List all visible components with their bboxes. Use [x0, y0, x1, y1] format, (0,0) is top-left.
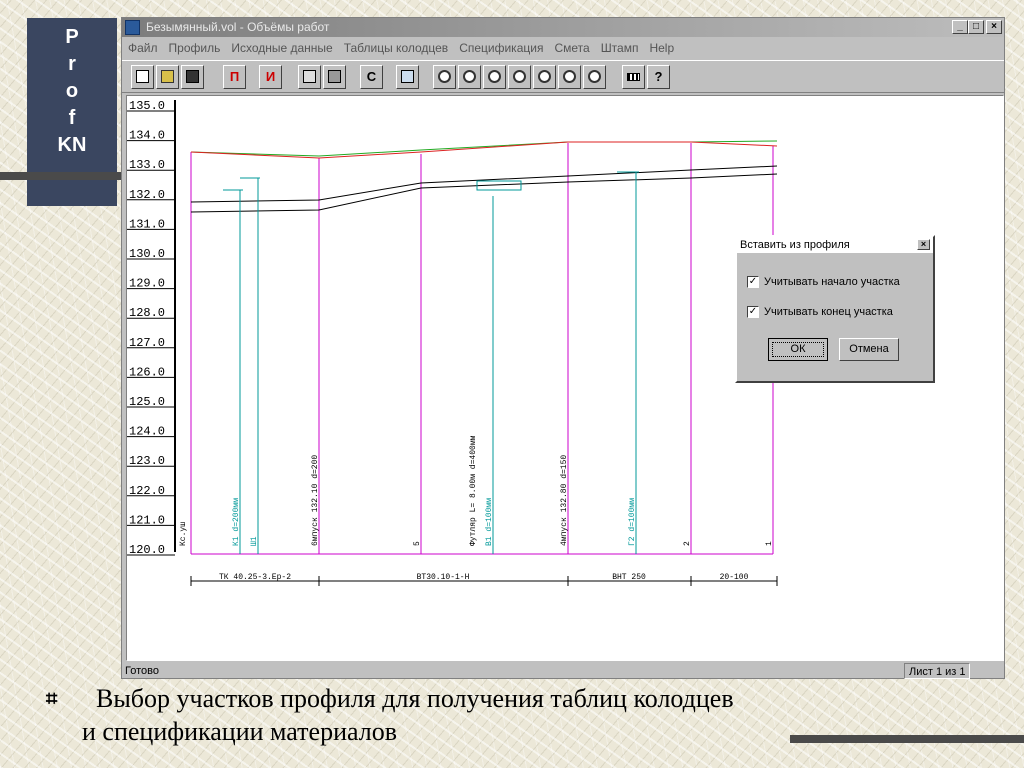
- check-section-start-label: Учитывать начало участка: [764, 276, 900, 288]
- logo-letter-r: r: [68, 53, 76, 75]
- zoom-realtime-icon: [588, 70, 601, 83]
- cancel-button[interactable]: Отмена: [839, 338, 899, 361]
- menu-source-data[interactable]: Исходные данные: [231, 41, 332, 55]
- window-title: Безымянный.vol - Объёмы работ: [146, 20, 330, 34]
- caption-line-2: и спецификации материалов: [82, 717, 397, 746]
- label-k1: К1 d=200мм: [232, 498, 241, 546]
- label-5: 5: [413, 541, 422, 546]
- open-file-button[interactable]: [156, 65, 179, 89]
- printer-icon: [328, 70, 341, 83]
- window-controls: _ □ ×: [952, 20, 1002, 34]
- menu-profile[interactable]: Профиль: [169, 41, 221, 55]
- check-section-end-label: Учитывать конец участка: [764, 306, 893, 318]
- print-preview-icon: [303, 70, 316, 83]
- new-file-button[interactable]: [131, 65, 154, 89]
- label-outlet-6: 6мпуск 132.10 d=200: [311, 455, 320, 546]
- label-1: 1: [765, 541, 774, 546]
- open-folder-icon: [161, 70, 174, 83]
- zoom-out-button[interactable]: [483, 65, 506, 89]
- check-section-end-row[interactable]: ✓ Учитывать конец участка: [747, 306, 893, 318]
- dialog-title: Вставить из профиля: [740, 239, 850, 251]
- decorative-bar-left: [0, 172, 125, 180]
- help-button[interactable]: ?: [647, 65, 670, 89]
- insert-icon: [401, 70, 414, 83]
- window-titlebar[interactable]: Безымянный.vol - Объёмы работ _ □ ×: [122, 18, 1004, 37]
- toolbar: П И С ?: [122, 60, 1004, 93]
- sheet-indicator: Лист 1 из 1: [904, 663, 970, 679]
- source-i-button[interactable]: И: [259, 65, 282, 89]
- label-v1: В1 d=100мм: [485, 498, 494, 546]
- check-section-start-checkbox[interactable]: ✓: [747, 276, 759, 288]
- well-lines: [223, 171, 639, 554]
- zoom-pan-icon: [563, 70, 576, 83]
- ok-button[interactable]: ОК: [768, 338, 828, 361]
- label-sh1: Ш1: [250, 536, 259, 546]
- zoom-out-icon: [488, 70, 501, 83]
- section-label: 20-100: [720, 573, 749, 582]
- zoom-pan-button[interactable]: [558, 65, 581, 89]
- new-file-icon: [136, 70, 149, 83]
- minimize-button[interactable]: _: [952, 20, 968, 34]
- check-section-start-row[interactable]: ✓ Учитывать начало участка: [747, 276, 900, 288]
- zoom-in-button[interactable]: [508, 65, 531, 89]
- label-2: 2: [683, 541, 692, 546]
- logo-letter-p: P: [65, 26, 79, 48]
- redraw-button[interactable]: [433, 65, 456, 89]
- status-text: Готово: [125, 665, 159, 677]
- menu-stamp[interactable]: Штамп: [601, 41, 639, 55]
- pipe-top-line: [190, 165, 778, 203]
- logo-letters-kn: KN: [57, 134, 87, 156]
- profile-p-button[interactable]: П: [223, 65, 246, 89]
- label-g2: Г2 d=100мм: [628, 498, 637, 546]
- menu-estimate[interactable]: Смета: [554, 41, 589, 55]
- zoom-realtime-button[interactable]: [583, 65, 606, 89]
- logo-letter-f: f: [68, 107, 76, 129]
- section-label: ТК 40.25-3.Ер-2: [219, 573, 291, 582]
- zoom-in-icon: [513, 70, 526, 83]
- bullet-icon: ⌗: [46, 688, 58, 710]
- station-lines: [190, 143, 774, 555]
- zoom-window-icon: [538, 70, 551, 83]
- print-button[interactable]: [323, 65, 346, 89]
- redraw-icon: [438, 70, 451, 83]
- zoom-fit-button[interactable]: [458, 65, 481, 89]
- select-icon: [627, 73, 640, 81]
- section-label: ВТ30.10-1-Н: [417, 573, 470, 582]
- app-icon: [125, 20, 140, 35]
- ground-line: [190, 140, 778, 157]
- design-line: [190, 141, 778, 159]
- zoom-window-button[interactable]: [533, 65, 556, 89]
- vertical-labels: Кс.уш К1 d=200мм Ш1 6мпуск 132.10 d=200 …: [179, 435, 774, 546]
- maximize-button[interactable]: □: [968, 20, 984, 34]
- close-button[interactable]: ×: [986, 20, 1002, 34]
- check-section-end-checkbox[interactable]: ✓: [747, 306, 759, 318]
- caption-line-1: Выбор участков профиля для получения таб…: [96, 684, 734, 713]
- status-bar: Готово Лист 1 из 1: [122, 662, 1004, 680]
- menu-bar: Файл Профиль Исходные данные Таблицы кол…: [122, 37, 1004, 59]
- print-preview-button[interactable]: [298, 65, 321, 89]
- c-button[interactable]: С: [360, 65, 383, 89]
- elevation-scale: 135.0134.0133.0132.0131.0130.0129.0128.0…: [127, 99, 175, 557]
- logo-letter-o: o: [65, 80, 79, 102]
- decorative-bar-right: [790, 735, 1024, 743]
- insert-from-profile-dialog: Вставить из профиля × ✓ Учитывать начало…: [735, 235, 935, 383]
- insert-button[interactable]: [396, 65, 419, 89]
- select-button[interactable]: [622, 65, 645, 89]
- menu-file[interactable]: Файл: [128, 41, 158, 55]
- menu-specification[interactable]: Спецификация: [459, 41, 543, 55]
- label-outlet-4: 4мпуск 132.80 d=150: [560, 455, 569, 546]
- dialog-close-button[interactable]: ×: [917, 239, 930, 250]
- label-ks-ush: Кс.уш: [179, 522, 188, 546]
- save-disk-icon: [186, 70, 199, 83]
- save-button[interactable]: [181, 65, 204, 89]
- zoom-fit-icon: [463, 70, 476, 83]
- dialog-titlebar[interactable]: Вставить из профиля ×: [737, 237, 933, 253]
- menu-help[interactable]: Help: [649, 41, 674, 55]
- menu-well-tables[interactable]: Таблицы колодцев: [344, 41, 448, 55]
- label-casing: Футляр L= 8.00м d=400мм: [469, 435, 478, 546]
- section-label: ВНТ 250: [612, 573, 646, 582]
